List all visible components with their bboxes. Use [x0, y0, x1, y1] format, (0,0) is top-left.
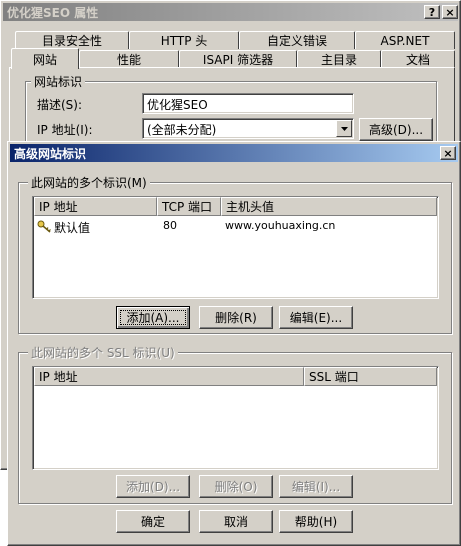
cancel-button[interactable]: 取消 — [199, 510, 273, 533]
advanced-button[interactable]: 高级(D)... — [359, 118, 433, 141]
dialog-close-button[interactable]: × — [440, 146, 456, 160]
site-identity-label: 网站标识 — [31, 73, 86, 90]
help-button[interactable]: ? — [424, 5, 440, 19]
column-ssl-port[interactable]: SSL 端口 — [304, 367, 437, 386]
tab-custom-errors[interactable]: 自定义错误 — [239, 31, 355, 49]
ssl-group-label: 此网站的多个 SSL 标识(U) — [28, 344, 178, 361]
row-host-header: www.youhuaxing.cn — [225, 219, 336, 232]
row-ip-address: 默认值 — [54, 221, 91, 235]
remove-identity-button[interactable]: 删除(R) — [199, 306, 273, 329]
remove-ssl-button[interactable]: 删除(O) — [199, 475, 273, 498]
ip-address-label: IP 地址(I): — [37, 123, 93, 137]
column-ip-address[interactable]: IP 地址 — [34, 197, 157, 216]
properties-title: 优化猩SEO 属性 — [7, 5, 99, 20]
help-icon: ? — [428, 5, 436, 19]
tab-performance[interactable]: 性能 — [79, 50, 179, 68]
edit-identity-button[interactable]: 编辑(E)... — [279, 306, 353, 329]
row-tcp-port: 80 — [163, 219, 177, 232]
column-tcp-port[interactable]: TCP 端口 — [157, 197, 221, 216]
properties-close-button[interactable]: × — [442, 5, 458, 19]
tab-isapi-filters[interactable]: ISAPI 筛选器 — [179, 50, 297, 68]
close-icon: × — [445, 5, 455, 19]
tab-http-headers[interactable]: HTTP 头 — [129, 31, 239, 49]
add-identity-button[interactable]: 添加(A)... — [116, 306, 190, 329]
chevron-down-icon — [340, 126, 348, 131]
tab-home-directory[interactable]: 主目录 — [297, 50, 381, 68]
close-icon: × — [443, 146, 453, 160]
column-ssl-ip-address[interactable]: IP 地址 — [34, 367, 304, 386]
edit-ssl-button[interactable]: 编辑(I)... — [279, 475, 353, 498]
ok-button[interactable]: 确定 — [116, 510, 190, 533]
description-label: 描述(S): — [37, 98, 83, 112]
ip-address-select[interactable]: (全部未分配) — [142, 118, 354, 139]
key-icon — [37, 220, 51, 233]
tab-aspnet[interactable]: ASP.NET — [355, 31, 455, 49]
column-host-header[interactable]: 主机头值 — [221, 197, 437, 216]
identities-group-label: 此网站的多个标识(M) — [28, 174, 150, 191]
advanced-identity-dialog: 高级网站标识 × 此网站的多个标识(M) IP 地址 TCP 端口 主机头值 默… — [7, 141, 461, 546]
dialog-title: 高级网站标识 — [14, 146, 87, 161]
description-input[interactable]: 优化猩SEO — [142, 93, 354, 114]
tab-directory-security[interactable]: 目录安全性 — [15, 31, 129, 49]
properties-titlebar[interactable]: 优化猩SEO 属性 — [3, 3, 458, 21]
ssl-identities-list[interactable]: IP 地址 SSL 端口 — [32, 366, 439, 470]
table-row[interactable]: 默认值 80 www.youhuaxing.cn — [34, 218, 437, 235]
dialog-titlebar[interactable]: 高级网站标识 — [10, 144, 458, 162]
identities-list[interactable]: IP 地址 TCP 端口 主机头值 默认值 80 www.youhuaxing.… — [32, 196, 439, 299]
tab-documents[interactable]: 文档 — [381, 50, 455, 68]
add-ssl-button[interactable]: 添加(D)... — [116, 475, 190, 498]
ip-dropdown-button[interactable] — [336, 120, 352, 137]
help-dialog-button[interactable]: 帮助(H) — [279, 510, 353, 533]
tab-website[interactable]: 网站 — [11, 48, 79, 69]
